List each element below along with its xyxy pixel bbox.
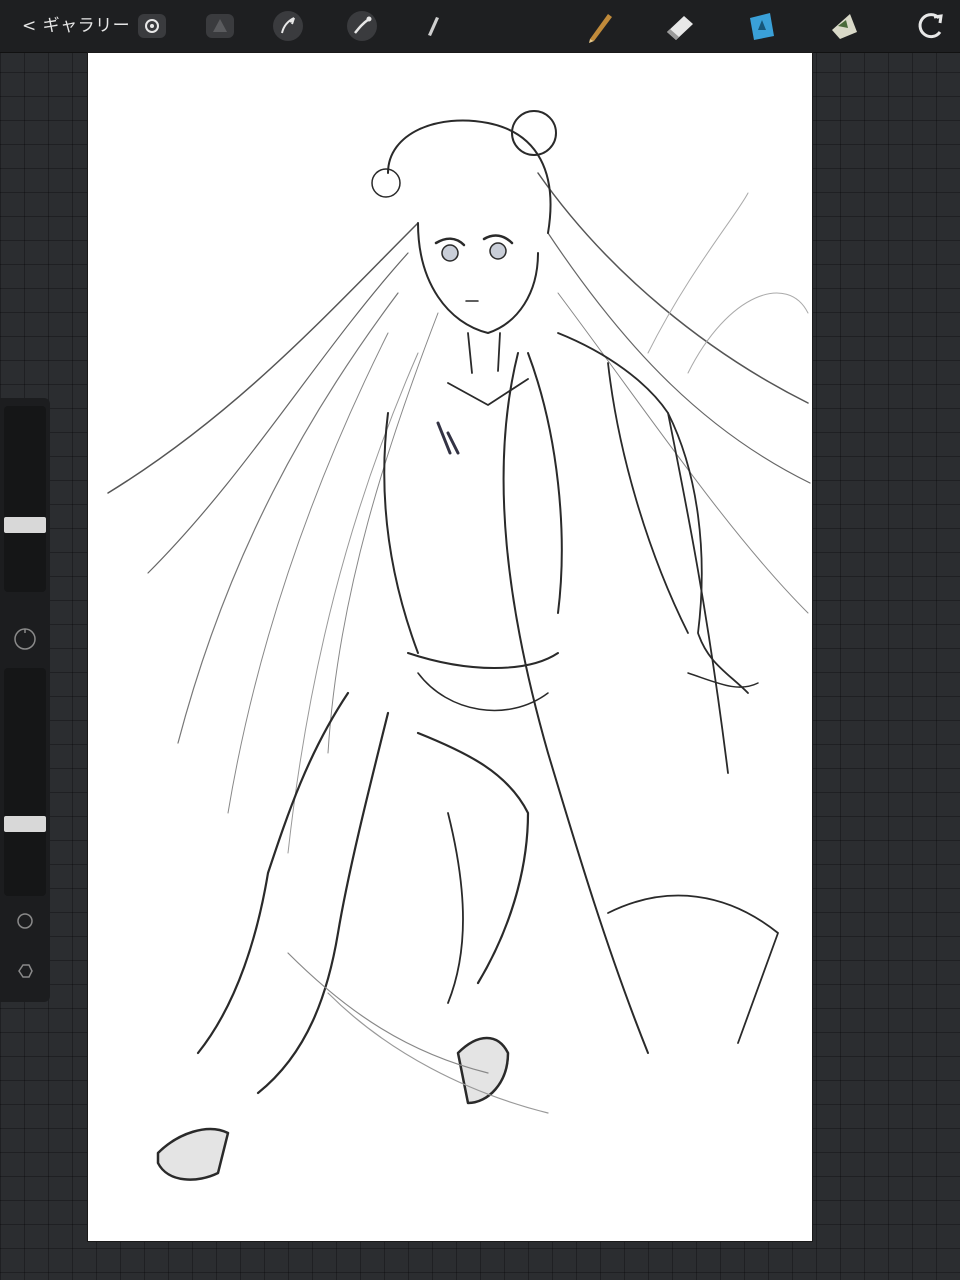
layers-icon[interactable]	[744, 8, 780, 44]
redo-button[interactable]	[10, 956, 40, 986]
gallery-button[interactable]: < ギャラリー	[22, 14, 130, 38]
transform-icon[interactable]	[344, 8, 380, 44]
left-sidebar	[0, 398, 50, 1002]
smudge-icon[interactable]	[582, 8, 618, 44]
opacity-slider-thumb[interactable]	[4, 816, 46, 833]
sketch-artwork	[107, 110, 811, 1181]
undo-button[interactable]	[10, 906, 40, 936]
color-icon[interactable]	[826, 8, 862, 44]
selection-icon[interactable]	[270, 8, 306, 44]
adjustments-icon[interactable]	[202, 8, 238, 44]
brush-icon[interactable]	[414, 8, 450, 44]
drawing-canvas[interactable]	[88, 53, 812, 1241]
eraser-icon[interactable]	[662, 8, 698, 44]
modify-button[interactable]	[10, 624, 40, 654]
top-toolbar: < ギャラリー	[0, 0, 960, 53]
actions-icon[interactable]	[134, 8, 170, 44]
refresh-icon[interactable]	[912, 8, 948, 44]
brush-size-slider[interactable]	[4, 406, 46, 592]
brush-size-slider-thumb[interactable]	[4, 516, 46, 533]
opacity-slider[interactable]	[4, 668, 46, 896]
